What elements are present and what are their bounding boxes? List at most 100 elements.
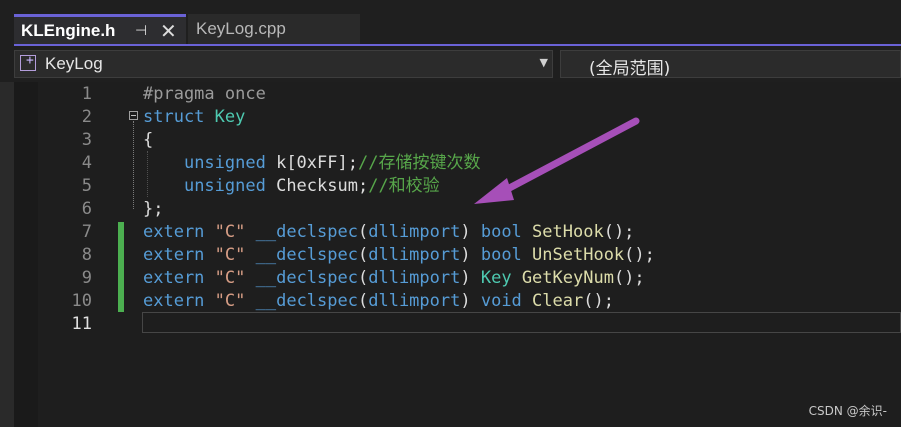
code-line[interactable]: extern "C" __declspec(dllimport) void Cl… (143, 290, 614, 313)
code-line[interactable]: extern "C" __declspec(dllimport) bool Se… (143, 221, 634, 244)
code-line[interactable]: unsigned k[0xFF];//存储按键次数 (143, 152, 481, 175)
code-line[interactable]: struct Key (143, 106, 245, 129)
line-number: 6 (81, 199, 92, 219)
code-line[interactable]: { (143, 129, 153, 152)
line-number: 7 (81, 222, 92, 242)
line-number: 4 (81, 153, 92, 173)
code-token: //和校验 (368, 176, 440, 196)
tab-label: KLEngine.h (21, 20, 116, 40)
code-line[interactable]: unsigned Checksum;//和校验 (143, 175, 440, 198)
close-icon[interactable]: ✕ (160, 19, 177, 43)
code-token: extern (143, 222, 215, 242)
class-scope-dropdown[interactable]: KeyLog ▼ (14, 50, 553, 78)
code-token: "C" (214, 245, 246, 265)
code-token: dllimport (368, 222, 461, 242)
code-token: (); (613, 268, 645, 288)
document-tab-strip: KLEngine.h ⊣ ✕ KeyLog.cpp (0, 0, 901, 46)
editor-left-strip (0, 82, 14, 427)
ide-window: KLEngine.h ⊣ ✕ KeyLog.cpp KeyLog ▼ (全局范围… (0, 0, 901, 427)
code-token: __declspec (255, 245, 358, 265)
class-icon (20, 53, 36, 71)
line-number: 3 (81, 130, 92, 150)
code-token: dllimport (368, 245, 461, 265)
tab-label: KeyLog.cpp (196, 19, 286, 38)
code-token: bool (480, 245, 522, 265)
tab-keylog-cpp[interactable]: KeyLog.cpp (188, 14, 360, 44)
pin-icon[interactable]: ⊣ (135, 23, 147, 39)
code-line[interactable]: extern "C" __declspec(dllimport) Key Get… (143, 267, 645, 290)
code-token: (); (583, 291, 614, 311)
change-tracking-bar (118, 222, 124, 312)
code-line[interactable]: extern "C" __declspec(dllimport) bool Un… (143, 244, 655, 267)
fold-collapse-icon[interactable] (129, 111, 138, 120)
fold-region-line (133, 121, 135, 209)
line-number: 8 (81, 245, 92, 265)
code-token: struct (143, 107, 215, 127)
watermark: CSDN @余识- (808, 404, 887, 418)
code-token: Key (214, 107, 246, 127)
chevron-down-icon[interactable]: ▼ (540, 56, 548, 69)
code-token: __declspec (255, 291, 358, 311)
line-number: 2 (81, 107, 92, 127)
code-token: "C" (214, 222, 246, 242)
code-token: ) (460, 245, 481, 265)
class-scope-label: KeyLog (45, 54, 103, 73)
code-token: extern (143, 291, 215, 311)
glyph-margin[interactable] (14, 82, 38, 427)
code-token: ( (357, 245, 369, 265)
code-token: void (480, 291, 522, 311)
code-line[interactable]: }; (143, 198, 163, 221)
code-token: __declspec (255, 268, 358, 288)
code-token: UnSetHook (532, 245, 625, 265)
code-token: ( (357, 291, 369, 311)
code-token: ) (460, 222, 481, 242)
line-number: 5 (81, 176, 92, 196)
code-token: dllimport (368, 268, 461, 288)
line-number: 11 (71, 314, 92, 334)
current-line-highlight (142, 312, 901, 333)
code-editor[interactable]: 1 2 3 4 5 6 7 8 9 10 11 #pragma once struct Key{ un… (0, 82, 901, 427)
code-token: __declspec (255, 222, 358, 242)
member-scope-dropdown[interactable]: (全局范围) (560, 50, 901, 79)
code-token: dllimport (368, 291, 461, 311)
code-token: bool (480, 222, 522, 242)
code-token: { (143, 130, 154, 150)
code-token: k[0xFF]; (265, 153, 358, 173)
code-token: (); (603, 222, 635, 242)
code-token: extern (143, 245, 215, 265)
code-token: extern (143, 268, 215, 288)
code-token: Clear (532, 291, 584, 311)
code-line[interactable]: #pragma once (143, 83, 266, 106)
tab-klengine-h[interactable]: KLEngine.h ⊣ ✕ (14, 14, 186, 44)
code-token: ) (460, 268, 481, 288)
line-number-gutter: 1 2 3 4 5 6 7 8 9 10 11 (38, 82, 108, 427)
navigation-bar: KeyLog ▼ (全局范围) (0, 46, 901, 82)
code-token: GetKeyNum (521, 268, 614, 288)
code-token: //存储按键次数 (357, 153, 481, 173)
code-token: ( (357, 268, 369, 288)
code-token: (); (624, 245, 655, 265)
line-number: 9 (81, 268, 92, 288)
line-number: 10 (71, 291, 92, 311)
member-scope-label: (全局范围) (589, 59, 671, 79)
code-token: }; (143, 199, 164, 219)
line-number: 1 (81, 84, 92, 104)
code-token: Key (480, 268, 512, 288)
code-token: #pragma once (143, 84, 266, 104)
code-token: SetHook (532, 222, 604, 242)
code-token: ) (460, 291, 481, 311)
code-token: ( (357, 222, 369, 242)
code-token: "C" (214, 291, 246, 311)
code-token: unsigned (183, 153, 266, 173)
code-token: Checksum; (265, 176, 369, 196)
code-token: "C" (214, 268, 246, 288)
